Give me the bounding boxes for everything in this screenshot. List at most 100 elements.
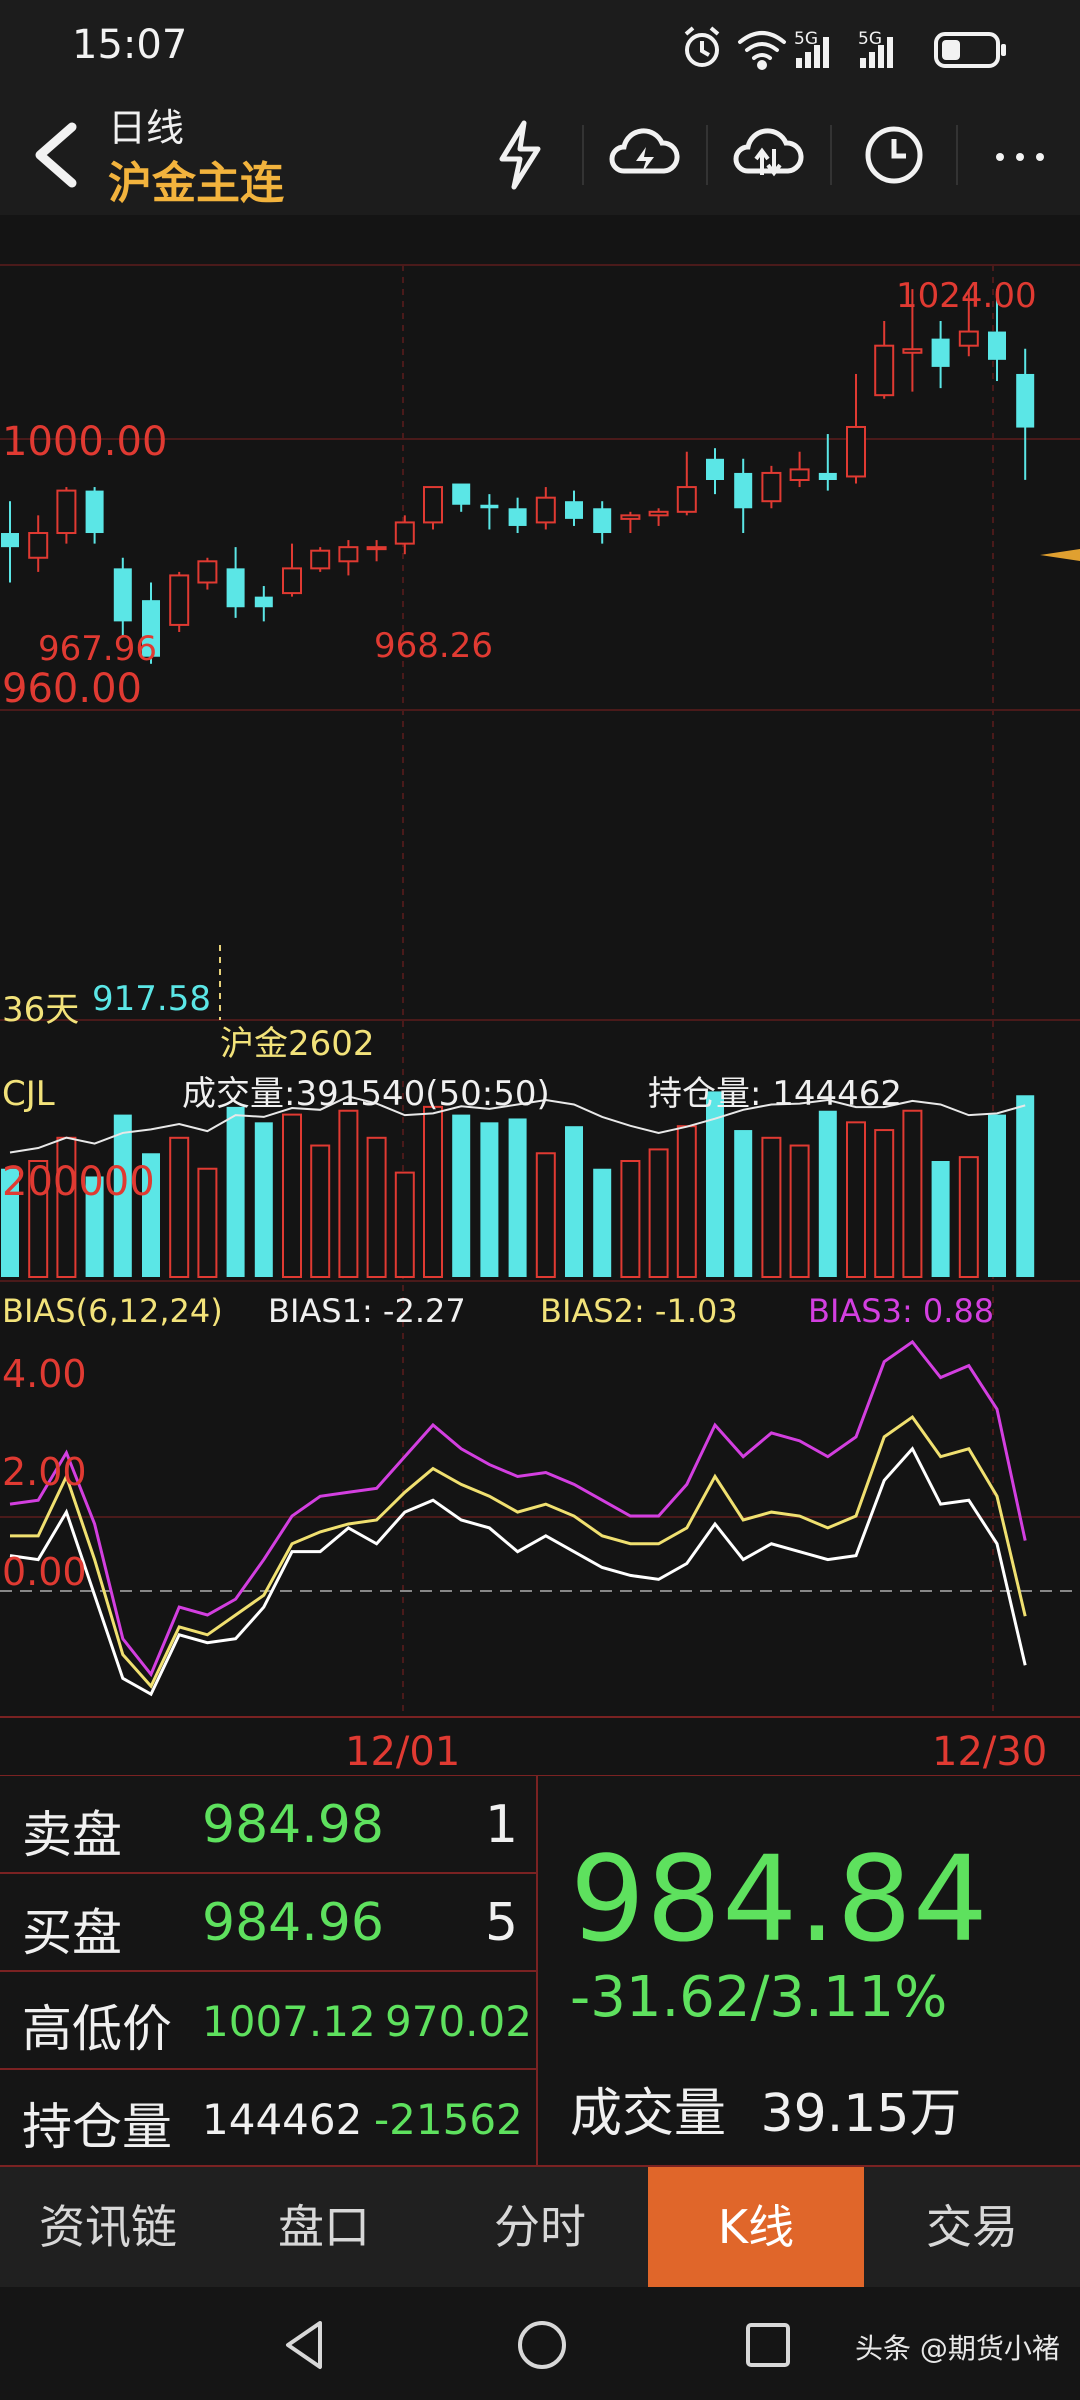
candle-body — [452, 483, 471, 505]
price-low-label: 917.58 — [92, 979, 211, 1019]
open-interest-label: 持仓量 — [22, 2098, 172, 2156]
open-interest-value: 144462 — [202, 2095, 363, 2144]
candle-body — [310, 549, 331, 570]
volume-bar — [394, 1171, 415, 1278]
sell-price: 984.98 — [202, 1795, 384, 1855]
volume-bar — [310, 1144, 331, 1278]
tab-news-chain[interactable]: 资讯链 — [0, 2167, 216, 2287]
volume-bar — [818, 1110, 837, 1277]
system-nav-bar: 头条 @期货小褚 — [0, 2287, 1080, 2400]
contract-label: 沪金2602 — [220, 1024, 375, 1064]
bias1-value: BIAS1: -2.27 — [268, 1292, 466, 1330]
candle-body — [226, 568, 245, 608]
volume-bar — [620, 1160, 641, 1278]
volume-total-text: 成交量:391540(50:50) — [182, 1074, 550, 1114]
volume-bar — [846, 1121, 866, 1278]
candle-body — [931, 338, 950, 367]
volume-bar — [1016, 1095, 1035, 1277]
candle-body — [480, 504, 499, 509]
volume-bar — [169, 1136, 190, 1278]
candle-body — [593, 508, 612, 534]
bias-level-label-2: 2.00 — [2, 1450, 87, 1494]
candle-body — [366, 546, 387, 551]
volume-bar — [197, 1167, 218, 1279]
candle-body — [706, 458, 724, 480]
bias1-line — [9, 1446, 1027, 1697]
candle-body — [56, 489, 77, 535]
bottom-tabs: 资讯链 盘口 分时 K线 交易 — [0, 2167, 1080, 2287]
open-interest-text: 持仓量: 144462 — [648, 1074, 902, 1114]
tab-order-book[interactable]: 盘口 — [216, 2167, 432, 2287]
status-bar: 15:07 5G 5G — [0, 0, 1080, 95]
flash-icon[interactable] — [478, 113, 562, 197]
volume-bar — [254, 1122, 273, 1277]
candle-body — [197, 560, 218, 584]
volume-bars-group — [1, 1091, 1035, 1279]
tab-trade[interactable]: 交易 — [864, 2167, 1080, 2287]
volume-bar — [789, 1144, 810, 1278]
candle-body — [169, 574, 190, 626]
cloud-flash-icon[interactable] — [602, 113, 686, 197]
tab-kline[interactable]: K线 — [648, 2167, 864, 2287]
header-divider — [706, 125, 708, 185]
bias3-value: BIAS3: 0.88 — [808, 1292, 994, 1330]
buy-qty: 5 — [485, 1893, 519, 1953]
volume-bar — [282, 1113, 302, 1278]
volume-bar — [902, 1109, 923, 1278]
status-time: 15:07 — [72, 22, 188, 68]
volume-bar — [366, 1136, 387, 1278]
header-divider — [582, 125, 584, 185]
clock-icon[interactable] — [852, 113, 936, 197]
period-label[interactable]: 日线 — [108, 97, 184, 152]
watermark-text: 头条 @期货小褚 — [855, 2332, 1060, 2365]
candle-body — [818, 472, 837, 480]
price-high-label-1: 967.96 — [38, 629, 157, 669]
candle-body — [85, 490, 104, 534]
candle-body — [508, 508, 527, 526]
volume-bar — [226, 1106, 245, 1277]
bias-indicator-name: BIAS(6,12,24) — [2, 1292, 223, 1330]
sell-label: 卖盘 — [22, 1806, 122, 1864]
candle-body — [958, 330, 979, 347]
nav-home-icon[interactable] — [514, 2317, 570, 2373]
volume-bar — [676, 1125, 697, 1279]
candle-body — [394, 521, 415, 545]
day-high: 1007.12 — [202, 1997, 376, 2046]
more-icon[interactable] — [978, 113, 1062, 197]
volume-bar — [593, 1168, 612, 1277]
day-low: 970.02 — [385, 1997, 532, 2046]
volume-bar — [958, 1156, 979, 1279]
back-arrow-icon[interactable] — [22, 115, 92, 195]
alarm-icon — [684, 26, 720, 67]
quote-panel: 卖盘 984.98 1 买盘 984.96 5 高低价 1007.12 970.… — [0, 1775, 1080, 2167]
header-divider — [830, 125, 832, 185]
nav-recents-icon[interactable] — [742, 2319, 794, 2371]
bias-level-label-4: 4.00 — [2, 1352, 87, 1396]
candle-body — [846, 425, 866, 478]
current-price-pointer-icon — [1040, 549, 1080, 561]
app-header: 日线 沪金主连 — [0, 95, 1080, 215]
volume-grid-label: 200000 — [2, 1159, 155, 1205]
volume-bar — [480, 1122, 499, 1277]
tab-intraday[interactable]: 分时 — [432, 2167, 648, 2287]
volume-bar — [338, 1109, 359, 1278]
volume-summary: 成交量 39.15万 — [570, 2071, 961, 2146]
volume-bar — [423, 1105, 443, 1278]
candle-body — [648, 510, 669, 517]
candle-body — [565, 501, 583, 519]
kline-chart[interactable]: 1000.00 960.00 967.96 968.26 1024.00 917… — [0, 215, 1080, 1775]
open-interest-change: -21562 — [374, 2095, 523, 2144]
cloud-sync-icon[interactable] — [726, 113, 810, 197]
instrument-name[interactable]: 沪金主连 — [108, 147, 284, 211]
candle-body — [282, 567, 302, 595]
volume-bar — [452, 1114, 471, 1277]
candle-body — [734, 472, 753, 509]
volume-bar — [931, 1161, 950, 1277]
candle-body — [874, 344, 895, 397]
volume-bar — [535, 1152, 556, 1278]
nav-back-icon[interactable] — [280, 2317, 330, 2373]
date-label-end: 12/30 — [932, 1729, 1047, 1775]
candle-body — [1016, 373, 1035, 428]
volume-bar — [648, 1148, 669, 1279]
price-grid-label-960: 960.00 — [2, 666, 142, 712]
